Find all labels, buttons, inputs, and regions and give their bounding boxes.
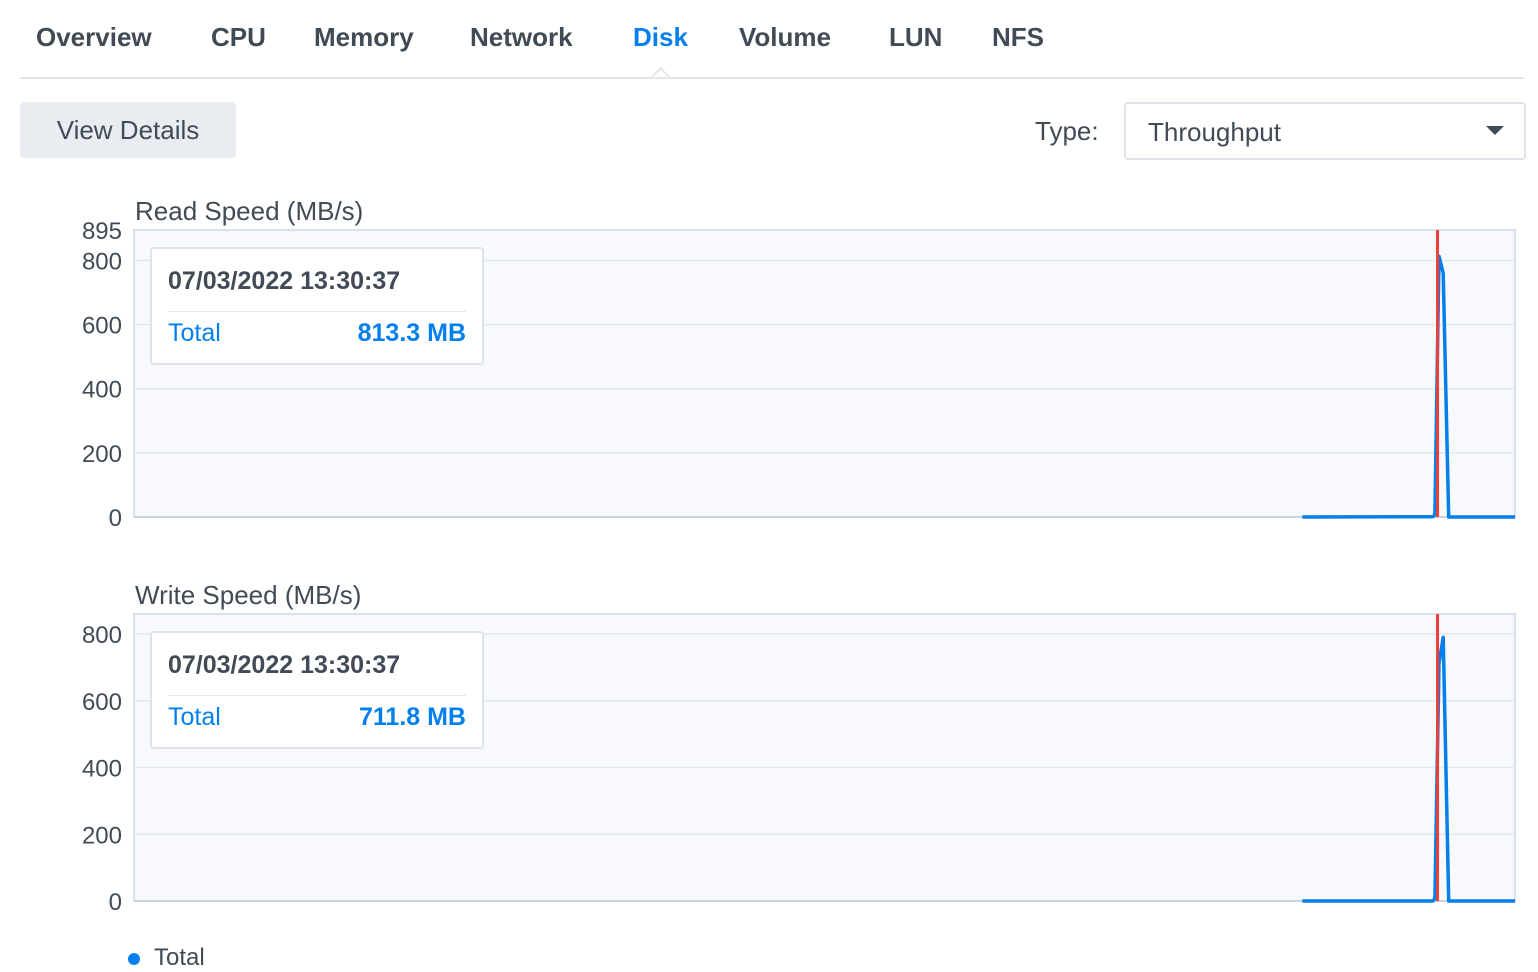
type-label: Type: (1035, 116, 1099, 146)
read-tooltip: 07/03/2022 13:30:37 Total 813.3 MB (150, 247, 484, 365)
tab-bar: Overview CPU Memory Network Disk Volume … (20, 0, 1524, 79)
tab-nfs[interactable]: NFS (992, 22, 1044, 53)
tooltip-series-label: Total (168, 319, 221, 347)
tooltip-series-label: Total (168, 703, 221, 731)
chart-legend[interactable]: Total (128, 944, 205, 972)
y-tick-label: 200 (82, 822, 122, 849)
tab-volume[interactable]: Volume (739, 22, 831, 53)
active-tab-indicator (650, 65, 670, 77)
tooltip-divider (168, 695, 466, 696)
y-tick-label: 0 (109, 505, 122, 530)
y-tick-label: 800 (82, 248, 122, 275)
tab-memory[interactable]: Memory (314, 22, 414, 53)
y-tick-label: 400 (82, 377, 122, 404)
y-tick-label: 800 (82, 622, 122, 649)
y-tick-label: 600 (82, 689, 122, 716)
tooltip-series-value: 813.3 MB (357, 319, 466, 347)
y-tick-label: 200 (82, 441, 122, 468)
tab-network[interactable]: Network (470, 22, 573, 53)
type-select-value: Throughput (1148, 117, 1281, 147)
y-tick-label: 895 (82, 220, 122, 245)
tab-cpu[interactable]: CPU (211, 22, 266, 53)
y-tick-label: 600 (82, 313, 122, 340)
tooltip-series-value: 711.8 MB (358, 703, 466, 731)
tab-disk[interactable]: Disk (633, 22, 688, 53)
y-tick-label: 0 (109, 889, 122, 914)
tooltip-divider (168, 311, 466, 312)
write-tooltip: 07/03/2022 13:30:37 Total 711.8 MB (150, 631, 484, 749)
type-select[interactable]: Throughput (1124, 102, 1526, 160)
chevron-down-icon (1486, 126, 1504, 135)
tooltip-time: 07/03/2022 13:30:37 (168, 651, 401, 679)
tab-overview[interactable]: Overview (36, 22, 152, 53)
y-tick-label: 400 (82, 756, 122, 783)
tooltip-time: 07/03/2022 13:30:37 (168, 267, 401, 295)
view-details-button[interactable]: View Details (20, 102, 236, 158)
legend-dot-icon (128, 952, 140, 965)
tab-lun[interactable]: LUN (889, 22, 942, 53)
